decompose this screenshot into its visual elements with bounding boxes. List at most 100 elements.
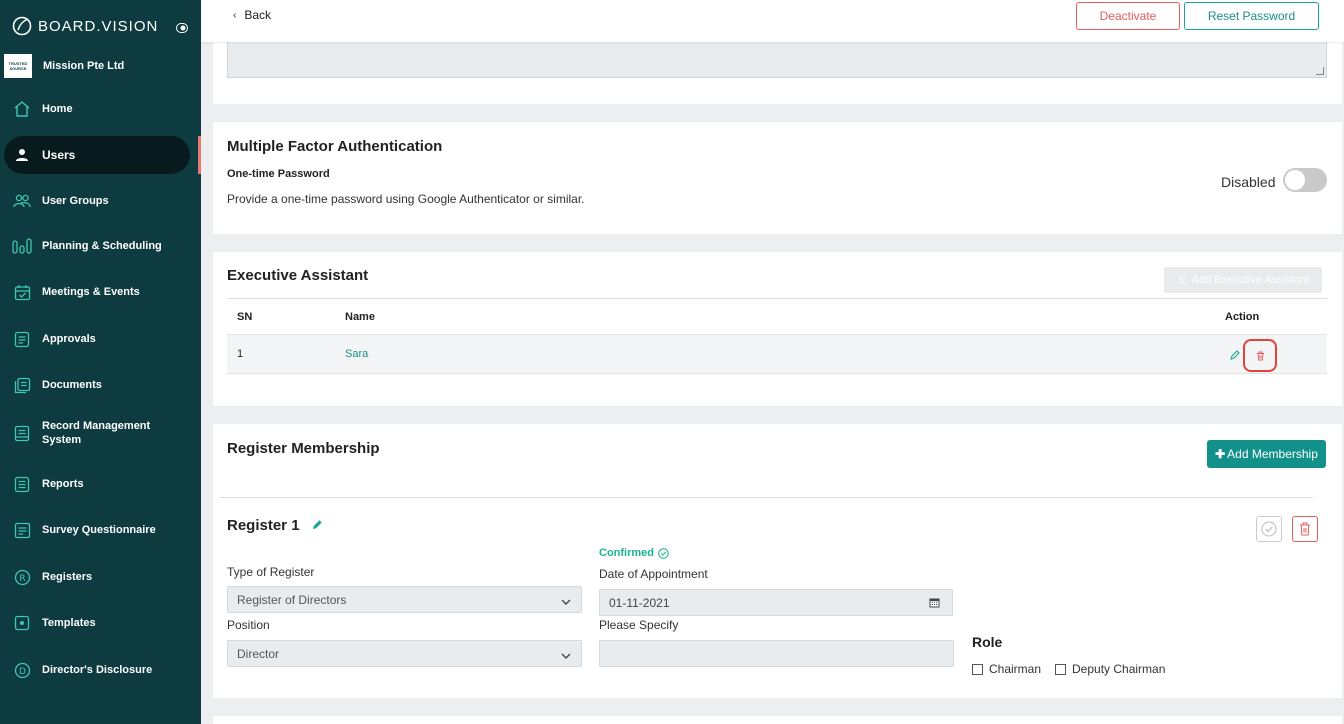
column-name: Name: [345, 311, 375, 323]
register-title: Register 1: [227, 517, 323, 534]
table-row: 1 Sara: [227, 334, 1327, 374]
sidebar-item-directors-disclosure[interactable]: D Director's Disclosure: [4, 651, 190, 689]
mfa-status-label: Disabled: [1221, 174, 1276, 190]
sidebar-item-label: Templates: [42, 617, 96, 629]
brand-logo[interactable]: BOARD.VISION: [12, 14, 158, 38]
please-specify-input[interactable]: [599, 640, 954, 667]
date-of-appointment-input[interactable]: 01-11-2021: [599, 589, 953, 616]
register-title-text: Register 1: [227, 517, 300, 534]
date-of-appointment-value: 01-11-2021: [609, 595, 670, 610]
toggle-knob: [1285, 170, 1305, 190]
check-circle-icon: [1261, 521, 1277, 537]
sidebar-item-planning-scheduling[interactable]: Planning & Scheduling: [4, 227, 190, 265]
approvals-icon: [12, 329, 32, 349]
brand-name: BOARD.VISION: [38, 17, 159, 35]
type-of-register-value: Register of Directors: [237, 592, 347, 607]
sidebar-item-users[interactable]: Users: [4, 136, 190, 174]
org-name: Mission Pte Ltd: [43, 60, 125, 72]
reset-password-button[interactable]: Reset Password: [1184, 2, 1319, 30]
sidebar-item-label: Survey Questionnaire: [42, 524, 156, 536]
user-groups-icon: [12, 191, 32, 211]
type-of-register-select[interactable]: Register of Directors: [227, 586, 582, 613]
records-icon: [12, 423, 32, 443]
calendar-icon[interactable]: [929, 595, 940, 613]
row-sn: 1: [237, 348, 244, 360]
sidebar-item-registers[interactable]: R Registers: [4, 558, 190, 596]
survey-icon: [12, 520, 32, 540]
sidebar-item-documents[interactable]: Documents: [4, 366, 190, 404]
sidebar-item-meetings-events[interactable]: Meetings & Events: [4, 273, 190, 311]
delete-assistant-button[interactable]: [1243, 339, 1277, 372]
chevron-left-icon: ‹: [233, 9, 237, 21]
add-user-icon: [1177, 274, 1187, 285]
sidebar-item-user-groups[interactable]: User Groups: [4, 182, 190, 220]
table-header: SN Name Action: [227, 298, 1327, 334]
sidebar-item-approvals[interactable]: Approvals: [4, 320, 190, 358]
confirmed-label: Confirmed: [599, 547, 654, 559]
role-title: Role: [972, 634, 1003, 650]
reports-icon: [12, 474, 32, 494]
chairman-checkbox[interactable]: Chairman: [972, 662, 1041, 676]
trash-icon: [1300, 522, 1310, 536]
organization-switcher[interactable]: TRUSTED SOURCE Mission Pte Ltd: [4, 54, 124, 78]
edit-icon[interactable]: [1230, 347, 1240, 365]
register-membership-card: Register Membership ✚ Add Membership Reg…: [213, 424, 1342, 698]
add-executive-assistant-button[interactable]: Add Executive Assistant: [1164, 267, 1322, 293]
sidebar-item-label: Record Management System: [42, 420, 151, 446]
position-select[interactable]: Director: [227, 640, 582, 667]
notes-textarea[interactable]: [227, 42, 1327, 78]
executive-assistant-title: Executive Assistant: [227, 267, 369, 284]
mfa-title: Multiple Factor Authentication: [227, 138, 443, 155]
sidebar-item-label: Registers: [42, 571, 93, 583]
mfa-toggle[interactable]: [1283, 168, 1327, 192]
sidebar-item-label: Meetings & Events: [42, 286, 140, 298]
bar-chart-icon: [12, 236, 32, 256]
sidebar-item-label: Planning & Scheduling: [42, 240, 162, 252]
row-name-link[interactable]: Sara: [345, 348, 368, 360]
sidebar-item-label: Users: [42, 148, 76, 162]
registers-icon: R: [12, 567, 32, 587]
next-card: [213, 716, 1342, 724]
calendar-check-icon: [12, 282, 32, 302]
sidebar-item-home[interactable]: Home: [4, 90, 190, 128]
divider: [219, 497, 1313, 498]
checkbox-box: [1055, 663, 1066, 675]
position-value: Director: [237, 646, 280, 661]
disclosure-icon: D: [12, 660, 32, 680]
sidebar-item-label: User Groups: [42, 195, 109, 207]
add-membership-label: Add Membership: [1227, 447, 1318, 461]
details-card: [213, 40, 1342, 104]
deputy-chairman-checkbox[interactable]: Deputy Chairman: [1055, 662, 1165, 676]
add-membership-button[interactable]: ✚ Add Membership: [1207, 440, 1326, 468]
register-membership-title: Register Membership: [227, 440, 380, 457]
deactivate-button[interactable]: Deactivate: [1076, 2, 1180, 30]
sidebar-item-templates[interactable]: Templates: [4, 604, 190, 642]
chevron-down-icon: [561, 649, 571, 663]
please-specify-label: Please Specify: [599, 618, 679, 632]
home-icon: [12, 99, 32, 119]
chairman-label: Chairman: [989, 662, 1042, 676]
add-executive-assistant-label: Add Executive Assistant: [1191, 274, 1310, 286]
sidebar-item-survey-questionnaire[interactable]: Survey Questionnaire: [4, 511, 190, 549]
confirm-register-button[interactable]: [1256, 516, 1282, 542]
sidebar-toggle-icon[interactable]: [176, 20, 188, 38]
back-link[interactable]: ‹ Back: [233, 8, 271, 22]
delete-register-button[interactable]: [1292, 516, 1318, 542]
position-label: Position: [227, 618, 270, 632]
sidebar-item-record-management[interactable]: Record Management System: [4, 414, 190, 452]
mfa-card: Multiple Factor Authentication One-time …: [213, 122, 1342, 234]
sidebar-item-label: Documents: [42, 379, 102, 391]
sidebar: BOARD.VISION TRUSTED SOURCE Mission Pte …: [0, 0, 201, 724]
resize-handle-icon[interactable]: [1316, 67, 1324, 75]
otp-description: Provide a one-time password using Google…: [227, 192, 585, 206]
back-label: Back: [244, 8, 272, 22]
pencil-icon[interactable]: [312, 517, 323, 534]
type-of-register-label: Type of Register: [227, 565, 315, 579]
user-icon: [12, 145, 32, 165]
sidebar-item-reports[interactable]: Reports: [4, 465, 190, 503]
svg-text:D: D: [19, 667, 26, 677]
sidebar-item-label: Reports: [42, 478, 84, 490]
top-bar: ‹ Back Deactivate Reset Password: [201, 0, 1344, 42]
column-action: Action: [1225, 311, 1260, 323]
trash-icon: [1256, 351, 1264, 360]
